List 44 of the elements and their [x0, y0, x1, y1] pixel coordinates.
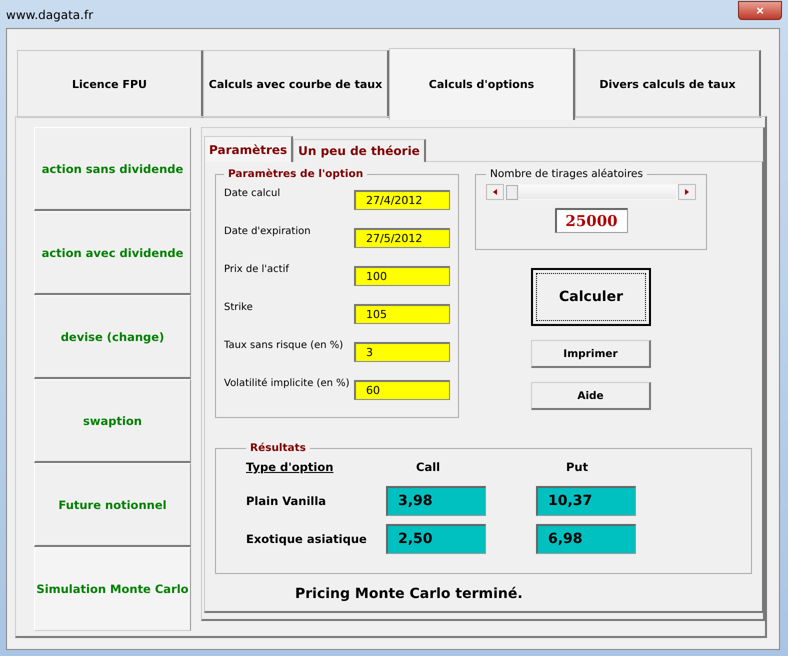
input-field[interactable]: 27/5/2012	[354, 228, 450, 248]
input-field[interactable]: 60	[354, 380, 450, 400]
status-message: Pricing Monte Carlo terminé.	[295, 586, 524, 602]
field-label: Taux sans risque (en %)	[224, 340, 344, 351]
sidebar-item[interactable]: Future notionnel	[34, 463, 191, 547]
tab[interactable]: Paramètres	[204, 136, 294, 162]
input-field[interactable]: 27/4/2012	[354, 190, 450, 210]
sidebar-item[interactable]: devise (change)	[34, 295, 191, 379]
tab[interactable]: Calculs avec courbe de taux	[203, 50, 389, 118]
group-title: Nombre de tirages aléatoires	[489, 168, 644, 180]
sidebar-item[interactable]: Simulation Monte Carlo	[34, 547, 191, 631]
column-header: Put	[565, 460, 590, 476]
result-value: 2,50	[386, 524, 486, 554]
field-label: Volatilité implicite (en %)	[224, 378, 350, 389]
sidebar-item[interactable]: action avec dividende	[34, 211, 191, 295]
field-label: Date calcul	[224, 188, 280, 199]
draws-value: 25000	[554, 208, 628, 233]
result-value: 10,37	[536, 486, 636, 516]
input-field[interactable]: 105	[354, 304, 450, 324]
column-header: Call	[415, 460, 442, 476]
tab[interactable]: Divers calculs de taux	[575, 50, 761, 118]
field-label: Strike	[224, 302, 253, 313]
sidebar-item[interactable]: action sans dividende	[34, 127, 191, 211]
action-button[interactable]: Calculer	[531, 268, 651, 326]
tab[interactable]: Un peu de théorie	[293, 139, 426, 162]
row-label: Exotique asiatique	[246, 532, 368, 546]
tab[interactable]: Calculs d'options	[389, 48, 575, 120]
action-button[interactable]: Aide	[531, 382, 651, 410]
column-header: Type d'option	[246, 460, 334, 476]
tab[interactable]: Licence FPU	[17, 50, 203, 118]
input-field[interactable]: 100	[354, 266, 450, 286]
group-title: Résultats	[249, 442, 307, 454]
scrollbar-slider[interactable]	[486, 184, 696, 200]
field-label: Prix de l'actif	[224, 264, 289, 275]
slider-thumb[interactable]	[506, 185, 518, 200]
input-field[interactable]: 3	[354, 342, 450, 362]
row-label: Plain Vanilla	[246, 494, 328, 508]
result-value: 3,98	[386, 486, 486, 516]
group-title: Paramètres de l'option	[227, 168, 364, 180]
sidebar-item[interactable]: swaption	[34, 379, 191, 463]
action-button[interactable]: Imprimer	[531, 340, 651, 368]
window-title: www.dagata.fr	[6, 8, 94, 22]
field-label: Date d'expiration	[224, 226, 311, 237]
result-value: 6,98	[536, 524, 636, 554]
